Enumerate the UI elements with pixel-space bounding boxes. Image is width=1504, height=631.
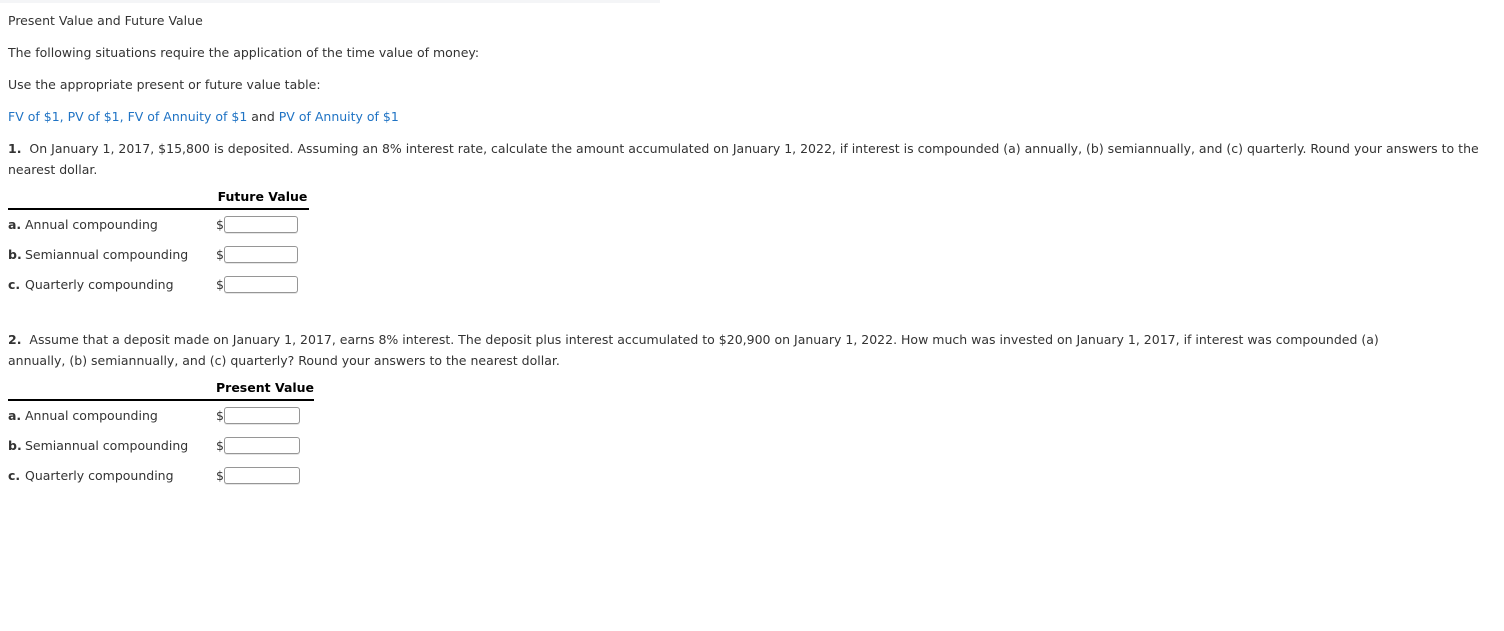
answer-cell-semiannual-compounding: $ xyxy=(216,430,314,460)
answer-cell-quarterly-compounding: $ xyxy=(216,269,309,299)
row-letter: a. xyxy=(8,408,22,423)
currency-symbol: $ xyxy=(216,408,224,423)
table-row: c. Quarterly compounding $ xyxy=(8,460,314,490)
link-separator-2: , xyxy=(119,109,128,124)
question-2-number: 2. xyxy=(8,332,22,347)
table-row: c. Quarterly compounding $ xyxy=(8,269,309,299)
row-letter: b. xyxy=(8,437,22,453)
link-fv-annuity-of-1[interactable]: FV of Annuity of $1 xyxy=(128,109,248,124)
answer-cell-annual-compounding: $ xyxy=(216,209,309,239)
question-2-text: 2. Assume that a deposit made on January… xyxy=(0,329,1448,371)
question-2-body: Assume that a deposit made on January 1,… xyxy=(8,332,1379,368)
question-1-number: 1. xyxy=(8,141,22,156)
answer-cell-quarterly-compounding: $ xyxy=(216,460,314,490)
row-label-semiannual-compounding: b. Semiannual compounding xyxy=(8,430,216,460)
fv-quarterly-compounding-input[interactable] xyxy=(223,275,298,293)
row-label-text: Semiannual compounding xyxy=(25,437,189,453)
row-label-text: Quarterly compounding xyxy=(25,276,174,292)
row-label-quarterly-compounding: c. Quarterly compounding xyxy=(8,269,216,299)
intro-line-2: Use the appropriate present or future va… xyxy=(8,77,321,92)
table-row: a. Annual compounding $ xyxy=(8,209,309,239)
row-label-text: Semiannual compounding xyxy=(25,246,189,262)
answer-cell-semiannual-compounding: $ xyxy=(216,239,309,269)
top-decorative-band xyxy=(0,0,660,3)
row-letter: c. xyxy=(8,276,21,292)
link-conjunction: and xyxy=(247,109,279,124)
currency-symbol: $ xyxy=(216,437,224,453)
row-label-text: Annual compounding xyxy=(25,217,158,232)
answer-cell-annual-compounding: $ xyxy=(216,400,314,430)
row-label-quarterly-compounding: c. Quarterly compounding xyxy=(8,460,216,490)
table-corner-cell xyxy=(8,188,216,210)
table-row: b. Semiannual compounding $ xyxy=(8,239,309,269)
table-corner-cell xyxy=(8,379,216,401)
row-label-semiannual-compounding: b. Semiannual compounding xyxy=(8,239,216,269)
column-header-present-value: Present Value xyxy=(216,379,315,401)
question-1-text: 1. On January 1, 2017, $15,800 is deposi… xyxy=(0,138,1504,180)
row-letter: a. xyxy=(8,217,22,232)
table-row: a. Annual compounding $ xyxy=(8,400,314,430)
pv-quarterly-compounding-input[interactable] xyxy=(223,466,300,484)
currency-symbol: $ xyxy=(216,467,224,483)
pv-annual-compounding-input[interactable] xyxy=(223,407,300,424)
fv-semiannual-compounding-input[interactable] xyxy=(223,245,298,263)
present-value-table: Present Value a. Annual compounding $ b. S… xyxy=(8,379,315,490)
future-value-table: Future Value a. Annual compounding $ b. Se… xyxy=(8,188,309,299)
row-letter: b. xyxy=(8,246,22,262)
currency-symbol: $ xyxy=(216,276,224,292)
intro-line-1: The following situations require the app… xyxy=(8,45,480,60)
row-label-annual-compounding: a. Annual compounding xyxy=(8,209,216,239)
row-letter: c. xyxy=(8,467,21,483)
row-label-text: Annual compounding xyxy=(25,408,158,423)
column-header-future-value: Future Value xyxy=(216,188,309,210)
table-header-row: Future Value xyxy=(8,188,309,210)
pv-semiannual-compounding-input[interactable] xyxy=(223,436,300,454)
row-label-text: Quarterly compounding xyxy=(25,467,174,483)
link-separator-1: , xyxy=(59,109,68,124)
page-title: Present Value and Future Value xyxy=(8,13,203,28)
currency-symbol: $ xyxy=(216,217,224,232)
link-fv-of-1[interactable]: FV of $1 xyxy=(8,109,60,124)
table-row: b. Semiannual compounding $ xyxy=(8,430,314,460)
table-header-row: Present Value xyxy=(8,379,315,401)
question-1-body: On January 1, 2017, $15,800 is deposited… xyxy=(8,141,1479,177)
fv-annual-compounding-input[interactable] xyxy=(223,216,298,233)
link-pv-annuity-of-1[interactable]: PV of Annuity of $1 xyxy=(279,109,399,124)
value-table-links: FV of $1, PV of $1, FV of Annuity of $1 … xyxy=(0,106,407,127)
link-pv-of-1[interactable]: PV of $1 xyxy=(68,109,120,124)
currency-symbol: $ xyxy=(216,246,224,262)
row-label-annual-compounding: a. Annual compounding xyxy=(8,400,216,430)
